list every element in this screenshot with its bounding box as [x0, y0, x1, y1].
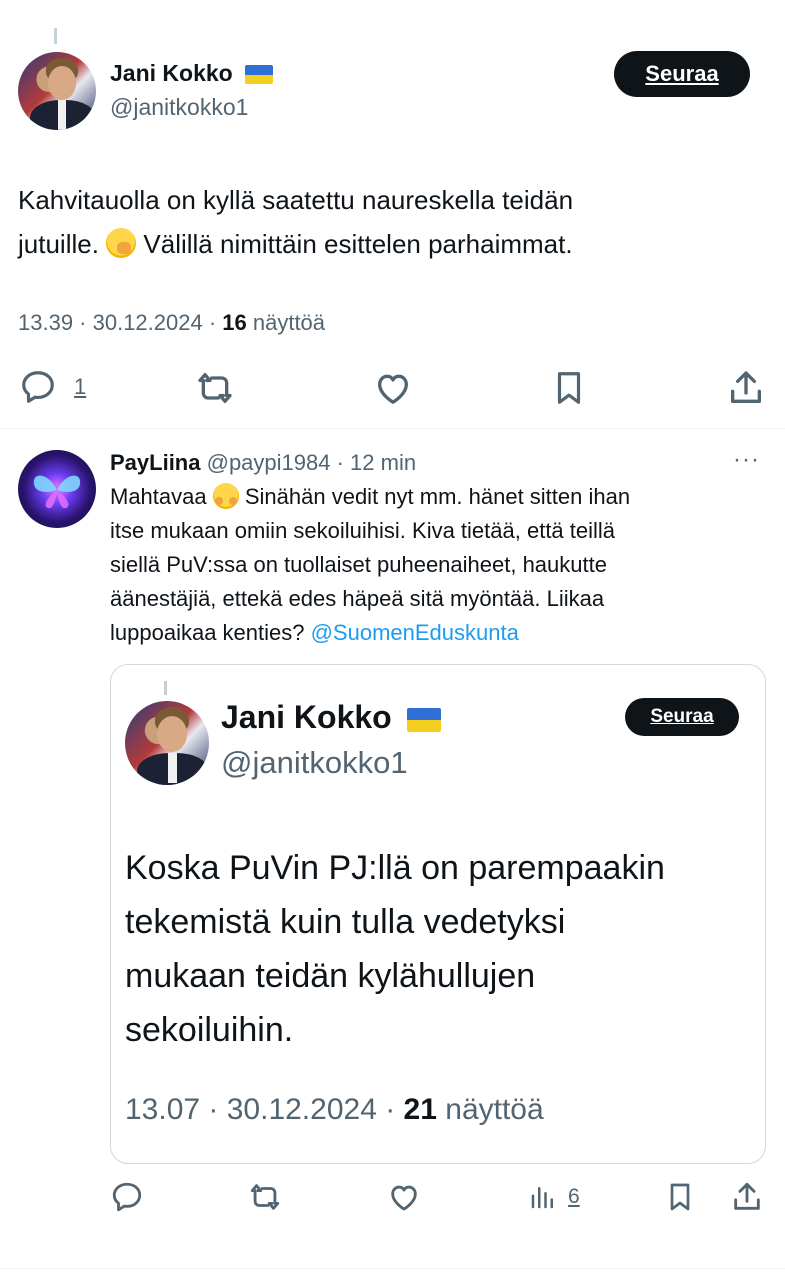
like-icon	[372, 368, 414, 408]
reply-share-button[interactable]	[730, 1180, 764, 1214]
ukraine-flag-icon	[406, 707, 441, 732]
retweet-icon	[193, 368, 237, 408]
reply-header: PayLiina @paypi1984 · 12 min	[110, 450, 416, 476]
quoted-tweet-card[interactable]: Jani Kokko @janitkokko1 Seuraa Koska PuV…	[110, 664, 766, 1164]
quoted-views-count: 21	[403, 1093, 437, 1126]
views-count: 16	[222, 310, 247, 335]
like-button[interactable]	[372, 368, 414, 408]
tweet-timestamp[interactable]: 13.39 · 30.12.2024 · 16 näyttöä	[18, 310, 325, 336]
quoted-timestamp: 13.07 · 30.12.2024 · 21 näyttöä	[125, 1093, 544, 1126]
quoted-author-name: Jani Kokko	[221, 699, 441, 736]
quoted-text-line: sekoiluihin.	[125, 1011, 294, 1049]
bookmark-button[interactable]	[550, 368, 588, 408]
author-name-text: Jani Kokko	[110, 60, 233, 86]
quoted-avatar	[125, 701, 209, 785]
mention-link[interactable]: @SuomenEduskunta	[311, 620, 519, 645]
quoted-thread-line	[164, 681, 167, 695]
reply-time[interactable]: · 12 min	[330, 450, 416, 475]
quoted-author-handle: @janitkokko1	[221, 745, 408, 780]
author-handle[interactable]: @janitkokko1	[110, 94, 248, 121]
views-icon	[528, 1180, 558, 1214]
reply-count: 1	[74, 374, 87, 399]
retweet-button[interactable]	[193, 368, 237, 408]
butterfly-icon	[33, 475, 81, 509]
more-icon[interactable]: ···	[733, 446, 760, 474]
hugging-face-emoji-icon	[212, 483, 239, 509]
reply-author-name[interactable]: PayLiina	[110, 450, 200, 475]
share-icon	[726, 368, 766, 408]
divider	[0, 1268, 785, 1269]
share-button[interactable]	[726, 368, 766, 408]
bookmark-icon	[664, 1180, 696, 1214]
tweet-text-line: jutuille. Välillä nimittäin esittelen pa…	[18, 228, 573, 259]
face-with-hand-over-mouth-emoji-icon	[106, 228, 137, 258]
author-name[interactable]: Jani Kokko	[110, 60, 274, 87]
quoted-text-line: mukaan teidän kylähullujen	[125, 957, 536, 995]
reply-handle[interactable]: @paypi1984	[207, 450, 331, 475]
reply-text-line: siellä PuV:ssa on tuollaiset puheenaihee…	[110, 552, 607, 577]
tweet-text: Kahvitauolla on kyllä saatettu naureskel…	[18, 178, 778, 266]
share-icon	[730, 1180, 764, 1214]
reply-text-line: äänestäjiä, ettekä edes häpeä sitä myönt…	[110, 586, 605, 611]
reply-icon	[110, 1180, 144, 1214]
reply-avatar[interactable]	[18, 450, 96, 528]
avatar[interactable]	[18, 52, 96, 130]
follow-button[interactable]: Seuraa	[614, 51, 750, 97]
like-icon	[386, 1180, 422, 1214]
reply-text: Mahtavaa Sinähän vedit nyt mm. hänet sit…	[110, 480, 775, 650]
reply-icon	[18, 368, 58, 406]
reply-retweet-button[interactable]	[246, 1180, 284, 1214]
ukraine-flag-icon	[245, 65, 274, 85]
reply-like-button[interactable]	[386, 1180, 422, 1214]
thread-line-top	[54, 28, 57, 44]
quoted-text-line: tekemistä kuin tulla vedetyksi	[125, 903, 566, 941]
tweet-text-line: Kahvitauolla on kyllä saatettu naureskel…	[18, 185, 574, 215]
reply-text-line: luppoaikaa kenties? @SuomenEduskunta	[110, 620, 519, 645]
quoted-follow-button: Seuraa	[625, 698, 739, 736]
reply-button[interactable]: 1	[18, 368, 86, 406]
reply-text-line: itse mukaan omiin sekoiluihisi. Kiva tie…	[110, 518, 616, 543]
bookmark-icon	[550, 368, 588, 408]
quoted-text: Koska PuVin PJ:llä on parempaakin tekemi…	[125, 841, 665, 1057]
reply-views-count: 6	[568, 1185, 580, 1208]
quoted-text-line: Koska PuVin PJ:llä on parempaakin	[125, 849, 665, 887]
retweet-icon	[246, 1180, 284, 1214]
reply-views-button[interactable]: 6	[528, 1180, 580, 1214]
divider	[0, 428, 785, 429]
reply-bookmark-button[interactable]	[664, 1180, 696, 1214]
reply-text-line: Mahtavaa Sinähän vedit nyt mm. hänet sit…	[110, 483, 631, 509]
reply-reply-button[interactable]	[110, 1180, 144, 1214]
